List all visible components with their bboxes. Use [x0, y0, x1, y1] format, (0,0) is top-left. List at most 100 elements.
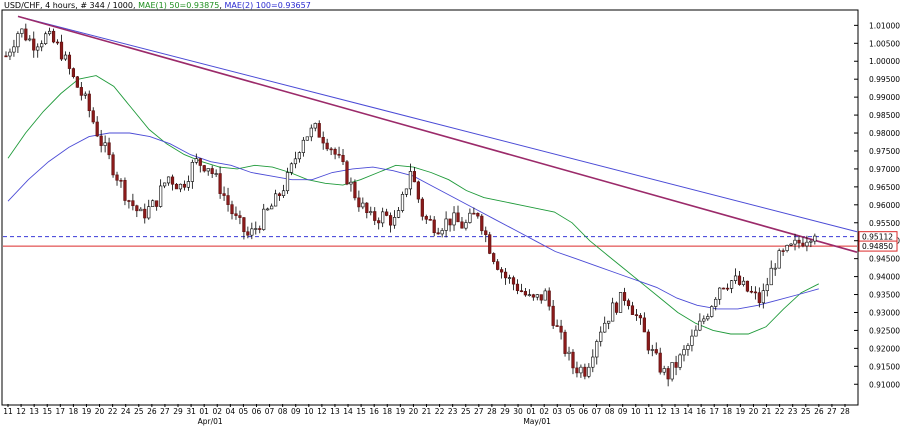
candle-body	[579, 366, 583, 374]
candle-body	[737, 275, 742, 285]
date-tick-label: 31	[186, 407, 196, 416]
date-tick-label: 20	[749, 407, 759, 416]
candle-body	[266, 208, 270, 211]
candle-body	[599, 331, 603, 342]
date-tick-label: 10	[631, 407, 641, 416]
candle-body	[551, 305, 555, 326]
candle-body	[301, 139, 305, 153]
candle-body	[254, 228, 258, 230]
candle-body	[353, 181, 357, 199]
chart-title: USD/CHF, 4 hours, # 344 / 1000, MAE(1) 5…	[4, 1, 311, 10]
candle-body	[309, 127, 313, 138]
candle-body	[801, 242, 805, 247]
candle-body	[131, 200, 135, 207]
candle-body	[289, 163, 294, 173]
candle-body	[741, 280, 746, 285]
candle-body	[388, 215, 393, 226]
candle-body	[694, 329, 698, 337]
price-tick-label: 0.93500	[869, 291, 900, 300]
candle-body	[83, 93, 87, 96]
candle-body	[206, 168, 210, 172]
candle-body	[258, 228, 262, 230]
candle-body	[587, 366, 591, 377]
candle-body	[222, 193, 226, 196]
date-tick-label: 11	[3, 407, 13, 416]
candle-body	[503, 271, 508, 279]
candle-body	[464, 222, 468, 229]
date-tick-label: 01	[526, 407, 536, 416]
date-tick-label: 07	[592, 407, 602, 416]
candle-body	[127, 200, 131, 202]
candle-body	[143, 208, 147, 219]
date-tick-label: 19	[82, 407, 92, 416]
candle-body	[781, 250, 785, 252]
candle-body	[765, 284, 769, 291]
candle-body	[321, 136, 325, 144]
price-tick-label: 0.93000	[869, 308, 900, 317]
candle-body	[634, 314, 639, 316]
candle-body	[682, 349, 686, 356]
date-tick-label: 26	[814, 407, 824, 416]
candle-body	[194, 158, 198, 163]
candle-body	[456, 212, 460, 223]
candle-body	[325, 142, 329, 150]
date-tick-label: 19	[736, 407, 746, 416]
price-tick-label: 0.97500	[869, 147, 900, 156]
date-tick-label: 14	[343, 407, 353, 416]
date-tick-label: 21	[762, 407, 772, 416]
candle-body	[400, 194, 405, 211]
candle-body	[28, 38, 32, 41]
candle-body	[654, 349, 658, 354]
candle-body	[809, 240, 813, 243]
date-tick-label: 18	[723, 407, 733, 416]
candle-body	[618, 292, 623, 313]
date-tick-label: 29	[500, 407, 510, 416]
ma2-label: MAE(2) 100=0.93657	[224, 1, 311, 10]
date-tick-label: 08	[278, 407, 288, 416]
candle-body	[492, 253, 496, 262]
candle-body	[515, 283, 520, 291]
candle-body	[412, 171, 416, 183]
candle-body	[789, 243, 793, 246]
candle-body	[718, 287, 722, 300]
candle-body	[726, 287, 730, 290]
date-tick-label: 27	[474, 407, 484, 416]
candle-body	[769, 267, 773, 286]
candle-body	[432, 219, 436, 234]
candle-body	[420, 198, 424, 217]
candle-body	[238, 215, 242, 218]
candle-body	[496, 261, 500, 270]
candle-body	[79, 87, 83, 96]
candle-body	[757, 292, 761, 304]
candle-body	[119, 179, 123, 182]
candle-body	[583, 366, 587, 377]
candle-body	[753, 291, 757, 294]
candle-body	[24, 28, 28, 41]
price-chart[interactable]: 1.01000 1.00500 1.00000 0.99500 0.99000 0.985…	[0, 0, 900, 429]
candle-body	[230, 204, 234, 215]
candle-body	[91, 110, 95, 123]
candle-body	[658, 352, 662, 373]
candle-body	[468, 212, 472, 223]
date-tick-label: 20	[95, 407, 105, 416]
date-tick-label: 24	[121, 407, 131, 416]
candle-body	[563, 331, 567, 354]
candle-body	[448, 218, 452, 226]
candle-body	[218, 173, 222, 194]
candle-body	[646, 331, 650, 351]
candle-body	[785, 245, 789, 251]
date-tick-label: 19	[396, 407, 406, 416]
price-tick-label: 0.92000	[869, 344, 900, 353]
candle-body	[476, 212, 480, 217]
date-tick-label: 13	[670, 407, 680, 416]
candle-body	[813, 235, 817, 242]
candle-body	[424, 216, 428, 220]
candle-body	[329, 148, 333, 151]
price-tags: 0.951120.94850	[858, 231, 898, 252]
candle-body	[182, 183, 187, 188]
price-tick-label: 0.94500	[869, 255, 900, 264]
candle-body	[745, 280, 750, 292]
candle-body	[535, 294, 539, 298]
candle-body	[630, 305, 635, 315]
price-tick-label: 0.98000	[869, 129, 900, 138]
